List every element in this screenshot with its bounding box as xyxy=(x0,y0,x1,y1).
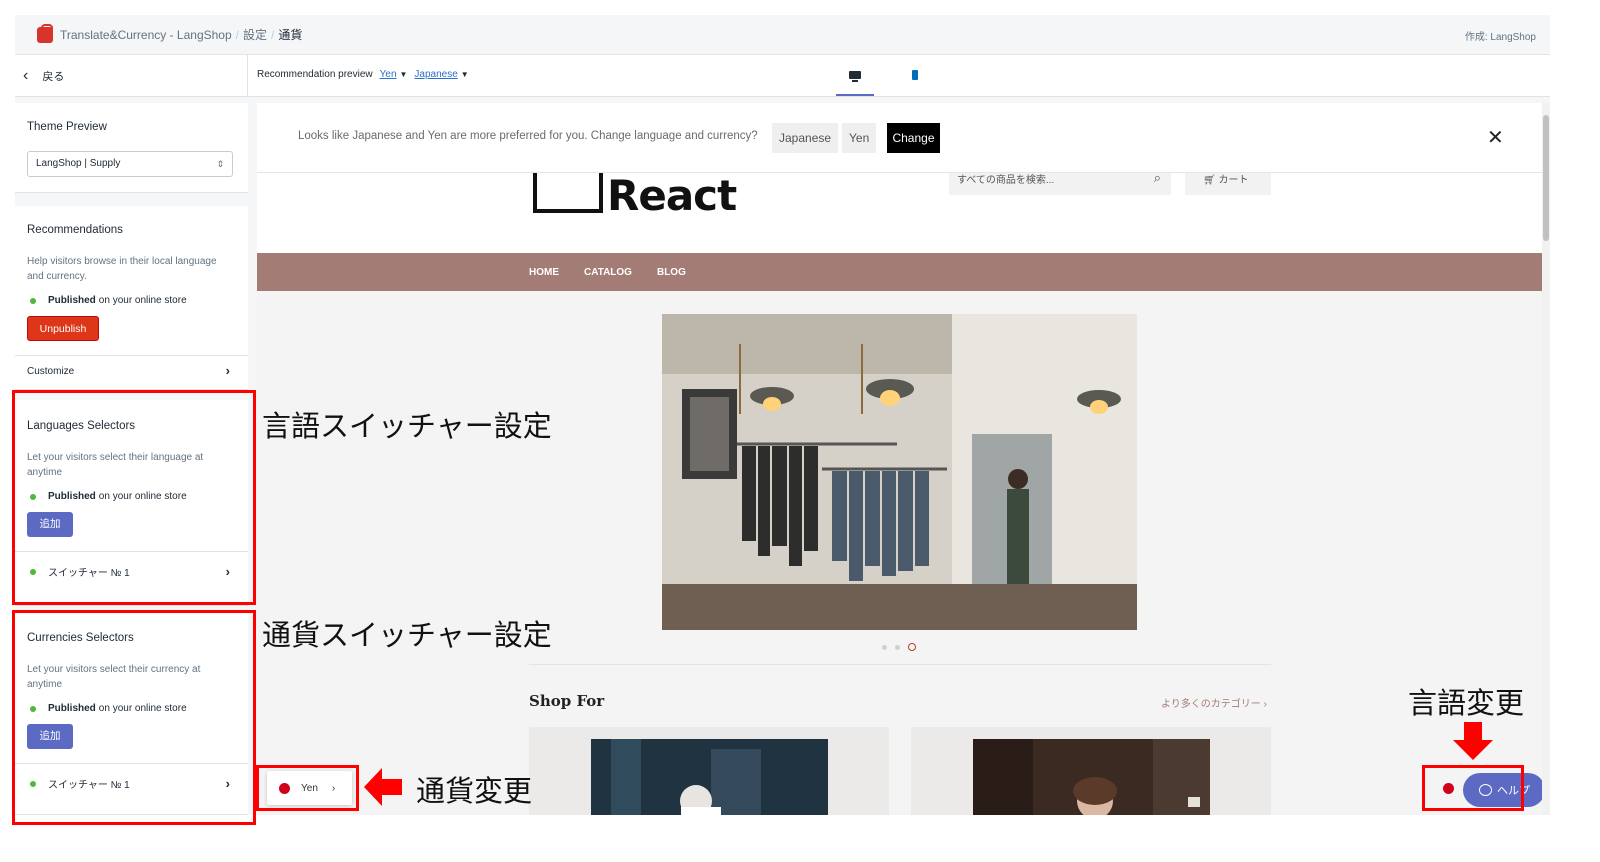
more-categories-link[interactable]: より多くのカテゴリー › xyxy=(1161,695,1267,710)
arrow-down-icon xyxy=(1453,722,1493,760)
breadcrumb-current: 通貨 xyxy=(278,28,303,42)
back-button[interactable]: ‹ 戻る xyxy=(15,55,248,97)
chevron-left-icon: ‹ xyxy=(23,67,29,84)
author-credit: 作成: LangShop xyxy=(1464,32,1536,43)
theme-select[interactable]: LangShop | Supply ⇕ xyxy=(27,151,233,177)
langshop-logo-icon xyxy=(37,23,53,43)
nav-blog[interactable]: BLOG xyxy=(657,267,686,278)
banner-message: Looks like Japanese and Yen are more pre… xyxy=(298,130,758,142)
category-tile[interactable] xyxy=(911,727,1271,815)
customize-label: Customize xyxy=(27,366,75,377)
annotation-box-currency-settings xyxy=(12,610,256,825)
slideshow-image[interactable] xyxy=(662,314,1137,630)
theme-preview-card: Theme Preview LangShop | Supply ⇕ xyxy=(15,103,248,193)
select-arrows-icon: ⇕ xyxy=(216,159,224,169)
cart-icon: 🛒︎ xyxy=(1203,175,1216,186)
slide-dot[interactable] xyxy=(895,644,900,650)
recommendations-desc: Help visitors browse in their local lang… xyxy=(27,256,217,282)
recommendation-banner: Looks like Japanese and Yen are more pre… xyxy=(257,103,1542,173)
slide-dot[interactable] xyxy=(882,644,887,650)
mobile-icon[interactable] xyxy=(912,70,918,80)
annotation-language-change: 言語変更 xyxy=(1408,686,1525,720)
recommendations-title: Recommendations xyxy=(27,224,123,236)
store-preview: React すべての商品を検索... ⌕ 🛒︎ カート HOME CATALOG… xyxy=(257,103,1550,815)
store-nav: HOME CATALOG BLOG xyxy=(257,253,1542,291)
annotation-currency-settings: 通貨スイッチャー設定 xyxy=(262,618,552,652)
chevron-right-icon: › xyxy=(225,363,230,378)
shop-for-title: Shop For xyxy=(529,692,605,710)
banner-currency-option[interactable]: Yen xyxy=(842,123,877,153)
annotation-box-language-settings xyxy=(12,390,256,605)
recommendations-status: Published on your online store xyxy=(27,295,187,306)
store-logo-mark xyxy=(533,173,603,213)
back-label: 戻る xyxy=(42,71,65,83)
annotation-language-settings: 言語スイッチャー設定 xyxy=(262,409,552,443)
banner-language-option[interactable]: Japanese xyxy=(772,123,839,153)
breadcrumb-app[interactable]: Translate&Currency - LangShop xyxy=(60,28,232,42)
category-image xyxy=(973,739,1210,815)
customize-row[interactable]: Customize › xyxy=(15,356,248,390)
annotation-box-language-change xyxy=(1422,765,1524,811)
status-dot-icon xyxy=(30,297,36,304)
preview-toolbar: ‹ 戻る Recommendation preview Yen ▼ Japanes… xyxy=(15,55,1550,97)
scrollbar-thumb[interactable] xyxy=(1543,115,1549,241)
nav-home[interactable]: HOME xyxy=(529,267,559,278)
theme-preview-title: Theme Preview xyxy=(27,121,107,133)
currency-dropdown[interactable]: Yen ▼ xyxy=(380,69,408,80)
active-device-indicator xyxy=(836,94,874,96)
category-tile[interactable] xyxy=(529,727,889,815)
annotation-box-currency-change xyxy=(256,765,359,811)
store-logo[interactable]: React xyxy=(607,171,737,220)
store-header xyxy=(257,173,1542,253)
nav-catalog[interactable]: CATALOG xyxy=(584,267,632,278)
recommendation-preview: Recommendation preview Yen ▼ Japanese ▼ xyxy=(257,69,469,80)
recommendations-card: Recommendations Help visitors browse in … xyxy=(15,206,248,356)
breadcrumb-separator: / xyxy=(235,27,239,42)
breadcrumb-separator: / xyxy=(271,27,275,42)
unpublish-button[interactable]: Unpublish xyxy=(27,316,99,341)
category-image xyxy=(591,739,828,815)
clothing-store-photo xyxy=(662,314,1137,630)
slide-dot-active[interactable] xyxy=(908,643,916,651)
close-icon[interactable]: ✕ xyxy=(1487,125,1504,150)
preview-label: Recommendation preview xyxy=(257,69,373,80)
slideshow-dots xyxy=(882,643,916,651)
desktop-icon[interactable] xyxy=(849,71,861,82)
banner-change-button[interactable]: Change xyxy=(887,123,940,153)
breadcrumb-settings[interactable]: 設定 xyxy=(243,26,267,43)
annotation-currency-change: 通貨変更 xyxy=(416,774,533,808)
top-bar: Translate&Currency - LangShop / 設定 / 通貨 … xyxy=(15,15,1550,55)
section-divider xyxy=(529,664,1271,665)
caret-down-icon: ▼ xyxy=(399,70,408,79)
arrow-left-icon xyxy=(364,768,402,806)
language-dropdown[interactable]: Japanese ▼ xyxy=(414,69,468,80)
caret-down-icon: ▼ xyxy=(460,70,469,79)
preview-scrollbar[interactable] xyxy=(1542,103,1550,815)
